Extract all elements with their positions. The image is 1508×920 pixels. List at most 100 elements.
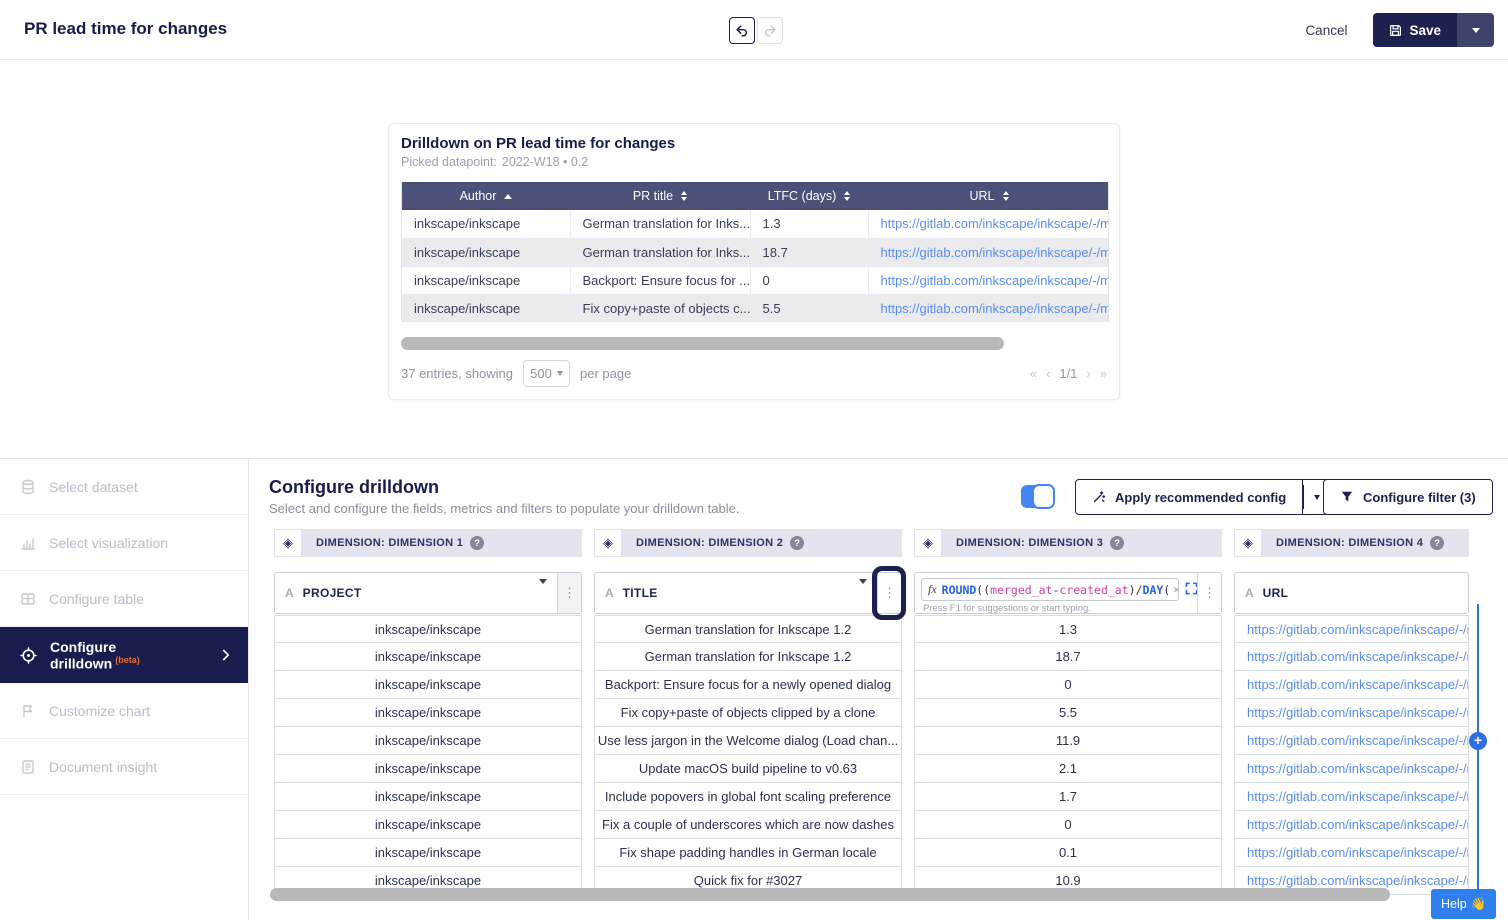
formula-input[interactable]: fx ROUND((merged_at-created_at)/DAY( ✕: [921, 578, 1179, 601]
sidebar-item-label: Select dataset: [49, 479, 138, 495]
field-menu-button[interactable]: ⋮: [877, 573, 901, 613]
dimension-label: DIMENSION: DIMENSION 3: [956, 537, 1103, 549]
clear-formula-icon[interactable]: ✕: [1170, 583, 1179, 596]
help-icon[interactable]: ?: [470, 536, 484, 550]
field-menu-button[interactable]: ⋮: [1197, 573, 1221, 613]
target-icon: [20, 647, 37, 664]
dimension-icon: ◈: [1234, 529, 1262, 557]
redo-button[interactable]: [757, 17, 783, 44]
dimension-1-field-select[interactable]: A PROJECT ⋮: [274, 572, 582, 614]
undo-button[interactable]: [729, 17, 755, 44]
sidebar-item-customize-chart[interactable]: Customize chart: [0, 683, 248, 739]
list-item-url-link[interactable]: https://gitlab.com/inkscape/inkscape/-/m…: [1234, 811, 1469, 839]
help-button[interactable]: Help 👋: [1431, 889, 1496, 919]
apply-recommended-config-button[interactable]: Apply recommended config: [1075, 479, 1303, 515]
page-size-select[interactable]: 500: [523, 360, 570, 387]
drilldown-enabled-toggle[interactable]: [1021, 484, 1055, 509]
column-header-pr-title[interactable]: PR title: [570, 182, 750, 210]
save-dropdown-button[interactable]: [1457, 13, 1494, 47]
column-header-url[interactable]: URL: [868, 182, 1109, 210]
help-icon[interactable]: ?: [790, 536, 804, 550]
database-icon: [20, 479, 36, 495]
column-label: PR title: [633, 189, 673, 203]
entries-text: 37 entries, showing: [401, 366, 513, 381]
help-icon[interactable]: ?: [1430, 536, 1444, 550]
field-select-main[interactable]: A URL: [1235, 573, 1468, 613]
field-menu-button[interactable]: ⋮: [557, 573, 581, 613]
column-label: Author: [460, 189, 497, 203]
sidebar-item-label: Configure table: [49, 591, 144, 607]
config-horizontal-scrollbar[interactable]: [270, 888, 1390, 901]
field-select-main[interactable]: A TITLE: [595, 573, 877, 613]
configure-filter-button[interactable]: Configure filter (3): [1323, 479, 1493, 515]
list-item: inkscape/inkscape: [274, 839, 582, 867]
last-page-button[interactable]: »: [1100, 366, 1107, 381]
list-item: German translation for Inkscape 1.2: [594, 643, 902, 671]
save-label: Save: [1409, 23, 1441, 38]
fx-icon: fx: [928, 582, 937, 597]
cell-title: Backport: Ensure focus for ...: [570, 266, 750, 294]
undo-icon: [735, 24, 749, 38]
cell-ltfc: 0: [750, 266, 868, 294]
sidebar-item-select-visualization[interactable]: Select visualization: [0, 515, 248, 571]
list-item: 18.7: [914, 643, 1222, 671]
list-item-url-link[interactable]: https://gitlab.com/inkscape/inkscape/-/m…: [1234, 783, 1469, 811]
chevron-down-icon: [557, 371, 563, 376]
bar-chart-icon: [20, 535, 36, 551]
dimension-4-header: ◈ DIMENSION: DIMENSION 4 ?: [1234, 529, 1469, 557]
prev-page-button[interactable]: ‹: [1046, 366, 1050, 381]
field-select-main[interactable]: A PROJECT: [275, 573, 557, 613]
sort-icon: [681, 191, 687, 201]
field-name: PROJECT: [303, 586, 362, 600]
cell-url-link[interactable]: https://gitlab.com/inkscape/inkscape/-/m…: [868, 294, 1109, 322]
dimension-4-field-select[interactable]: A URL: [1234, 572, 1469, 614]
save-split-button: Save: [1373, 13, 1494, 47]
cell-url-link[interactable]: https://gitlab.com/inkscape/inkscape/-/m…: [868, 238, 1109, 266]
column-header-ltfc[interactable]: LTFC (days): [750, 182, 868, 210]
cell-author: inkscape/inkscape: [402, 294, 570, 322]
save-icon: [1389, 24, 1402, 37]
list-item: 0: [914, 671, 1222, 699]
column-header-author[interactable]: Author: [402, 182, 570, 210]
list-item-url-link[interactable]: https://gitlab.com/inkscape/inkscape/-/m…: [1234, 727, 1469, 755]
list-item-url-link[interactable]: https://gitlab.com/inkscape/inkscape/-/m…: [1234, 755, 1469, 783]
chevron-down-icon: [859, 584, 867, 602]
cell-title: Fix copy+paste of objects c...: [570, 294, 750, 322]
list-item: inkscape/inkscape: [274, 783, 582, 811]
sidebar-item-document-insight[interactable]: Document insight: [0, 739, 248, 795]
sidebar-item-select-dataset[interactable]: Select dataset: [0, 459, 248, 515]
list-item-url-link[interactable]: https://gitlab.com/inkscape/inkscape/-/m…: [1234, 615, 1469, 643]
cancel-button[interactable]: Cancel: [1305, 23, 1347, 38]
formula-token: merged_at: [990, 583, 1052, 597]
next-page-button[interactable]: ›: [1086, 366, 1090, 381]
sidebar-item-configure-drilldown[interactable]: Configure drilldown(beta): [0, 627, 248, 683]
list-item: 0.1: [914, 839, 1222, 867]
table-icon: [20, 591, 36, 607]
list-item-url-link[interactable]: https://gitlab.com/inkscape/inkscape/-/m…: [1234, 671, 1469, 699]
list-item: 2.1: [914, 755, 1222, 783]
list-item-url-link[interactable]: https://gitlab.com/inkscape/inkscape/-/m…: [1234, 699, 1469, 727]
formula-token: (: [1163, 583, 1170, 597]
sidebar-item-configure-table[interactable]: Configure table: [0, 571, 248, 627]
preview-horizontal-scrollbar[interactable]: [401, 337, 1004, 350]
dimension-3-formula-box[interactable]: fx ROUND((merged_at-created_at)/DAY( ✕ P…: [914, 572, 1222, 614]
save-button[interactable]: Save: [1373, 13, 1457, 47]
list-item-url-link[interactable]: https://gitlab.com/inkscape/inkscape/-/m…: [1234, 839, 1469, 867]
help-icon[interactable]: ?: [1110, 536, 1124, 550]
list-item-url-link[interactable]: https://gitlab.com/inkscape/inkscape/-/m…: [1234, 643, 1469, 671]
apply-config-split-button: Apply recommended config: [1075, 479, 1331, 515]
add-dimension-button[interactable]: +: [1469, 732, 1487, 750]
dimension-icon: ◈: [914, 529, 942, 557]
document-icon: [20, 759, 36, 775]
sidebar-item-label: Select visualization: [49, 535, 168, 551]
list-item: inkscape/inkscape: [274, 643, 582, 671]
dimension-icon: ◈: [594, 529, 622, 557]
cell-url-link[interactable]: https://gitlab.com/inkscape/inkscape/-/m…: [868, 266, 1109, 294]
first-page-button[interactable]: «: [1030, 366, 1037, 381]
chevron-down-icon: [1472, 28, 1480, 33]
pagination-bar: 37 entries, showing 500 per page « ‹ 1/1…: [401, 358, 1107, 388]
table-row: inkscape/inkscape Fix copy+paste of obje…: [402, 294, 1109, 322]
list-item: Fix copy+paste of objects clipped by a c…: [594, 699, 902, 727]
cell-url-link[interactable]: https://gitlab.com/inkscape/inkscape/-/m…: [868, 210, 1109, 238]
dimension-2-field-select[interactable]: A TITLE ⋮: [594, 572, 902, 614]
